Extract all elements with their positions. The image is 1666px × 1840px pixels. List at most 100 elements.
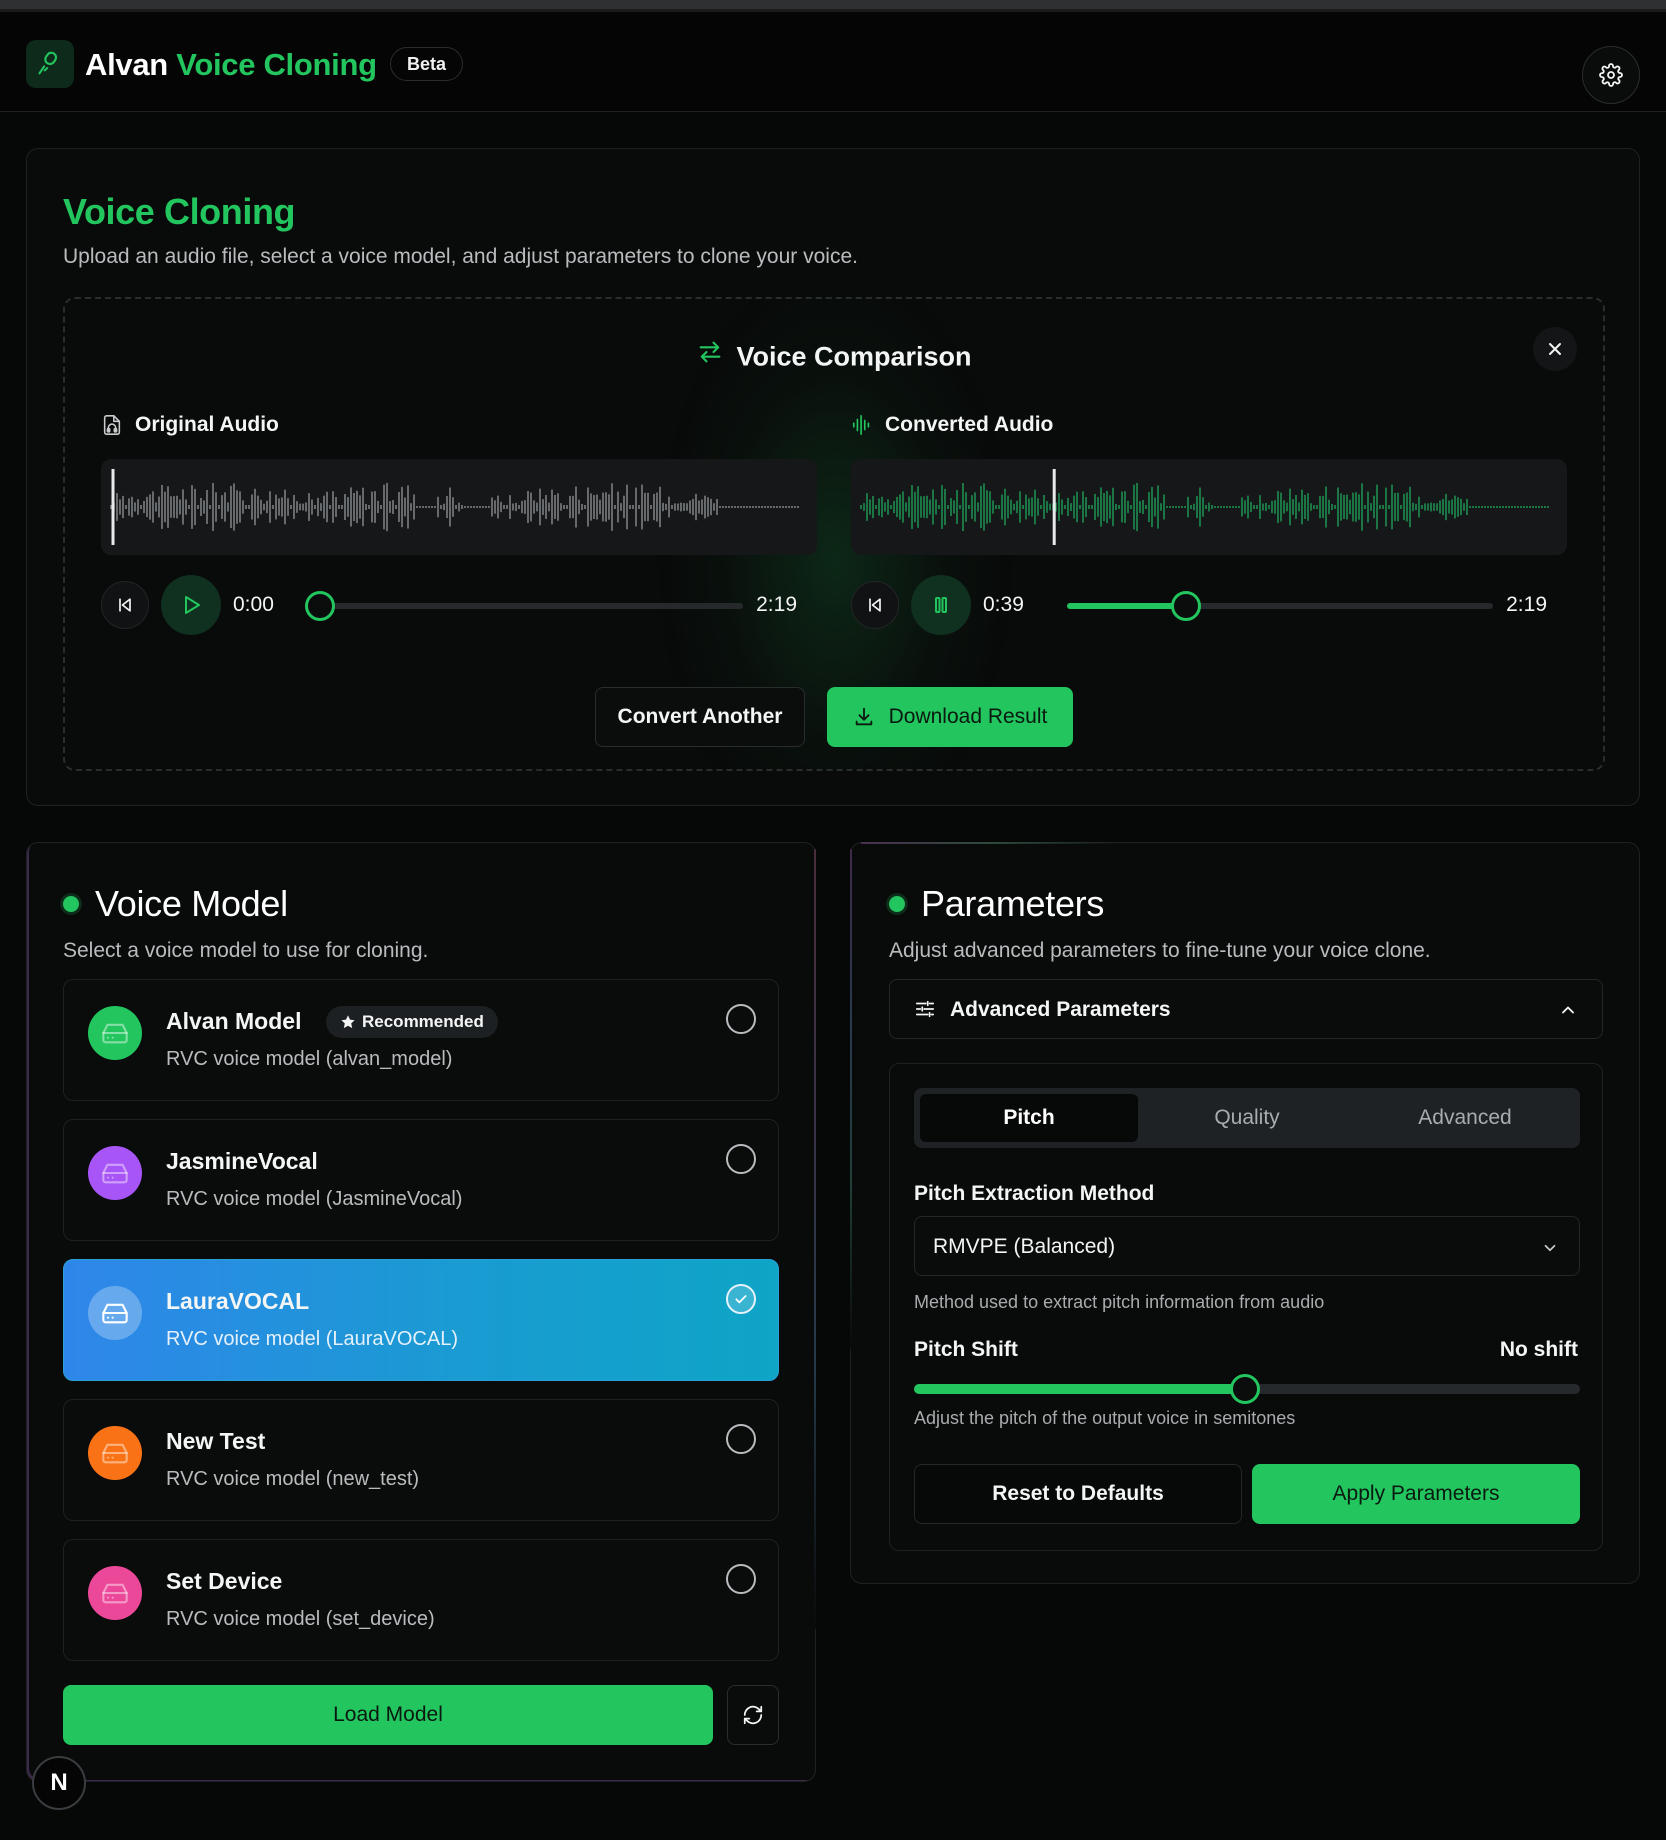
converted-progress-fill [1067,603,1187,609]
pitch-shift-slider-fill [914,1384,1248,1394]
skip-back-icon [119,598,131,612]
voice-comparison-title: Voice Comparison [736,341,972,372]
model-name: JasmineVocal [166,1148,318,1174]
gear-icon [1599,63,1623,87]
original-progress-thumb[interactable] [305,591,335,621]
download-icon [855,707,872,726]
original-skip-back-button[interactable] [101,581,149,629]
model-option[interactable]: LauraVOCAL RVC voice model (LauraVOCAL) [63,1259,779,1381]
radio-checked[interactable] [726,1284,756,1314]
model-name: New Test [166,1428,266,1454]
status-dot [889,896,905,912]
hard-drive-icon [88,1146,142,1200]
parameters-title: Parameters [921,883,1105,924]
star-icon [341,1015,355,1029]
status-dot [63,896,79,912]
pitch-shift-value: No shift [1499,1338,1578,1361]
chevron-up-icon [1558,1000,1578,1025]
pitch-shift-help: Adjust the pitch of the output voice in … [914,1408,1296,1428]
tab-advanced[interactable]: Advanced [1356,1094,1574,1142]
download-result-label: Download Result [888,705,1048,728]
pitch-method-help: Method used to extract pitch information… [914,1292,1325,1312]
recommended-badge: Recommended [326,1006,498,1038]
model-description: RVC voice model (alvan_model) [166,1048,453,1070]
model-option[interactable]: New Test RVC voice model (new_test) [63,1399,779,1521]
converted-current-time: 0:39 [983,593,1024,616]
pitch-method-label: Pitch Extraction Method [914,1182,1155,1205]
model-name: Set Device [166,1568,283,1594]
hard-drive-icon [88,1286,142,1340]
model-description: RVC voice model (set_device) [166,1608,435,1630]
model-option[interactable]: JasmineVocal RVC voice model (JasmineVoca… [63,1119,779,1241]
advanced-parameters-panel: Pitch Quality Advanced Pitch Extraction … [889,1063,1603,1551]
app-title-part1: Alvan [85,47,168,82]
converted-progress-thumb[interactable] [1171,591,1202,621]
load-model-button[interactable]: Load Model [63,1685,713,1745]
converted-waveform[interactable] [851,459,1567,555]
convert-another-button[interactable]: Convert Another [595,687,805,747]
parameters-heading: Parameters [889,883,1104,925]
converted-total-time: 2:19 [1506,593,1547,616]
voice-model-title: Voice Model [95,883,288,924]
refresh-models-button[interactable] [727,1685,779,1745]
original-play-button[interactable] [161,575,221,635]
model-name: LauraVOCAL [166,1288,310,1314]
radio-unchecked[interactable] [726,1144,756,1174]
converted-skip-back-button[interactable] [851,581,899,629]
radio-unchecked[interactable] [726,1424,756,1454]
parameters-card: Parameters Adjust advanced parameters to… [850,842,1640,1584]
swap-arrows-icon [696,338,724,373]
browser-top-strip [0,0,1666,12]
model-description: RVC voice model (JasmineVocal) [166,1188,463,1210]
advanced-parameters-label: Advanced Parameters [950,998,1171,1021]
settings-button[interactable] [1582,46,1640,104]
pitch-method-select[interactable]: RMVPE (Balanced) [914,1216,1580,1276]
advanced-parameters-toggle[interactable]: Advanced Parameters [889,979,1603,1039]
tab-quality[interactable]: Quality [1138,1094,1356,1142]
app-header: Alvan Voice Cloning Beta [0,12,1666,112]
voice-model-subtitle: Select a voice model to use for cloning. [63,939,429,962]
app-title: Alvan Voice Cloning [85,47,377,83]
model-description: RVC voice model (LauraVOCAL) [166,1328,458,1350]
pitch-shift-slider-thumb[interactable] [1230,1374,1260,1404]
original-player-controls: 0:00 2:19 [101,575,817,635]
converted-audio-label-text: Converted Audio [885,413,1054,436]
hard-drive-icon [88,1426,142,1480]
radio-unchecked[interactable] [726,1004,756,1034]
skip-back-icon [869,598,881,612]
model-option[interactable]: Set Device RVC voice model (set_device) [63,1539,779,1661]
next-dev-badge[interactable]: N [32,1756,86,1810]
close-icon [1549,343,1561,355]
original-total-time: 2:19 [756,593,797,616]
download-result-button[interactable]: Download Result [827,687,1073,747]
beta-badge: Beta [390,47,464,81]
audio-lines-icon [852,415,870,435]
reset-defaults-button[interactable]: Reset to Defaults [914,1464,1242,1524]
voice-model-heading: Voice Model [63,883,288,925]
converted-pause-button[interactable] [911,575,971,635]
check-icon [735,1295,747,1304]
refresh-icon [743,1705,763,1725]
parameters-subtitle: Adjust advanced parameters to fine-tune … [889,939,1431,962]
apply-parameters-button[interactable]: Apply Parameters [1252,1464,1580,1524]
pitch-method-value: RMVPE (Balanced) [933,1235,1116,1258]
original-waveform-graphic [110,469,799,545]
tab-pitch[interactable]: Pitch [920,1094,1138,1142]
model-name: Alvan Model [166,1008,302,1034]
model-option[interactable]: Alvan Model RVC voice model (alvan_model)… [63,979,779,1101]
radio-unchecked[interactable] [726,1564,756,1594]
recommended-label: Recommended [362,1012,484,1031]
parameter-tabs: Pitch Quality Advanced [914,1088,1580,1148]
original-waveform[interactable] [101,459,817,555]
original-progress-track[interactable] [317,603,743,609]
microphone-icon [26,40,74,88]
original-current-time: 0:00 [233,593,274,616]
close-comparison-button[interactable] [1533,327,1577,371]
converted-audio-label: Converted Audio [851,413,1053,437]
voice-cloning-title: Voice Cloning [63,191,296,232]
hard-drive-icon [88,1006,142,1060]
converted-waveform-graphic [860,469,1549,545]
model-description: RVC voice model (new_test) [166,1468,420,1490]
converted-progress-track[interactable] [1067,603,1493,609]
hard-drive-icon [88,1566,142,1620]
